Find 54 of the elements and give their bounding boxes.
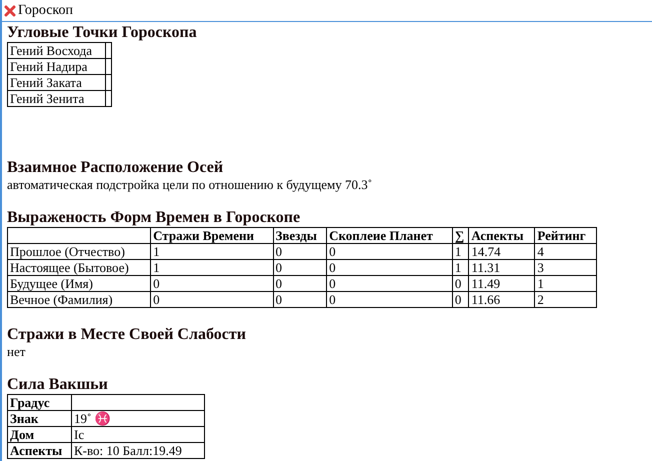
table-cell: Гений Надира — [8, 58, 106, 74]
table-cell: 1 — [150, 260, 274, 276]
row-label: Будущее (Имя) — [8, 276, 151, 292]
table-cell: 0 — [273, 292, 327, 308]
table-cell: 0 — [326, 276, 452, 292]
row-label: Вечное (Фамилия) — [8, 292, 151, 308]
section-heading: Угловые Точки Гороскопа — [7, 24, 198, 42]
column-header: Аспекты — [468, 228, 535, 244]
table-cell: 4 — [534, 244, 596, 260]
row-label: Градус — [8, 394, 72, 410]
table-cell: 3 — [534, 260, 596, 276]
column-header: Стражи Времени — [150, 228, 274, 244]
table-cell: 0 — [326, 244, 452, 260]
row-label: Дом — [8, 426, 72, 442]
column-header: Звезды — [273, 228, 327, 244]
table-cell: 0 — [326, 260, 452, 276]
row-label: Прошлое (Отчество) — [8, 244, 151, 260]
table-cell: К-во: 10 Балл:19.49 — [72, 442, 204, 458]
table-cell: 1 — [452, 260, 469, 276]
weak-guardians-text: нет — [7, 344, 26, 360]
table-cell: 14.74 — [468, 244, 535, 260]
table-cell: Гений Зенита — [8, 90, 106, 106]
table-cell: 0 — [150, 276, 274, 292]
table-cell: Ic — [72, 426, 204, 442]
table-cell: 0 — [273, 244, 327, 260]
section-heading: Взаимное Расположение Осей — [7, 159, 224, 177]
table-cell: 0 — [273, 260, 327, 276]
column-header: Рейтинг — [534, 228, 596, 244]
table-cell: 0 — [273, 276, 327, 292]
table-cell: 19˚ ♓ — [72, 410, 204, 426]
close-icon[interactable] — [4, 4, 16, 16]
row-label: Аспекты — [8, 442, 72, 458]
table-cell: 0 — [150, 292, 274, 308]
row-label: Знак — [8, 410, 72, 426]
table-cell: 2 — [534, 292, 596, 308]
table-cell: 1 — [452, 244, 469, 260]
table-cell: 11.49 — [468, 276, 535, 292]
axes-text: автоматическая подстройка цели по отношению к будущему 70.3˚ — [7, 177, 374, 193]
column-header: ∑ — [452, 228, 469, 244]
section-heading: Сила Вакшьи — [7, 376, 109, 394]
table-cell: Гений Заката — [8, 74, 106, 90]
table-cell: 0 — [452, 292, 469, 308]
row-label: Настоящее (Бытовое) — [8, 260, 151, 276]
table-cell: 0 — [452, 276, 469, 292]
window-title: Гороскоп — [18, 2, 74, 18]
table-cell: 1 — [534, 276, 596, 292]
table-cell: Гений Восхода — [8, 42, 106, 58]
section-heading: Выраженость Форм Времен в Гороскопе — [7, 209, 302, 227]
table-cell: 1 — [150, 244, 274, 260]
table-cell: 11.31 — [468, 260, 535, 276]
table-cell: 0 — [326, 292, 452, 308]
section-heading: Стражи в Месте Своей Слабости — [7, 326, 247, 344]
table-cell: 11.66 — [468, 292, 535, 308]
column-header: Скоплеие Планет — [326, 228, 452, 244]
